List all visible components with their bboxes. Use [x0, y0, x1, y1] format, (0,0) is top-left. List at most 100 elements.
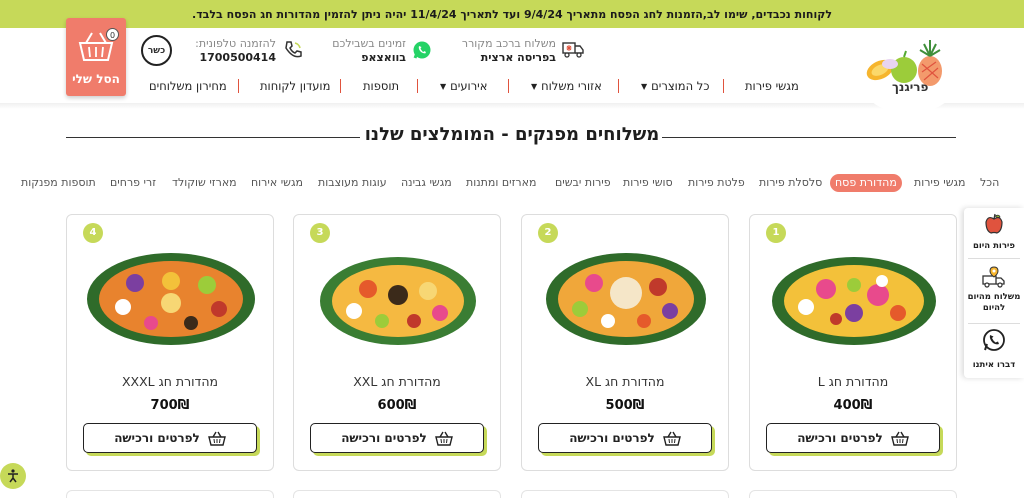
nav-item-events[interactable]: אירועים ▼: [440, 79, 487, 93]
announcement-text: לקוחות נכבדים, שימו לב,הזמנות לחג הפסח מ…: [192, 7, 832, 21]
product-card[interactable]: 1 מהדורת חג L 400₪ לפרטים ורכישה: [749, 214, 957, 471]
details-purchase-button[interactable]: לפרטים ורכישה: [83, 423, 257, 453]
nav-divider: [618, 79, 619, 93]
side-item-fruit-of-day[interactable]: פירות היום: [964, 212, 1024, 251]
delivery-value: בפריסה ארצית: [480, 51, 556, 64]
phone-icon: [285, 41, 302, 58]
side-item-contact-us[interactable]: דברו איתנו: [964, 328, 1024, 370]
delivery-info: משלוח ברכב מקורר בפריסה ארצית: [456, 37, 556, 64]
nav-item-fruit-trays[interactable]: מגשי פירות: [745, 79, 799, 93]
nav-item-extras[interactable]: תוספות: [363, 79, 399, 93]
phone-number[interactable]: 1700500414: [194, 51, 276, 64]
filter-dried-fruit[interactable]: פירות יבשים: [555, 174, 611, 192]
nav-label: מגשי פירות: [745, 79, 799, 93]
product-name: מהדורת חג XL: [585, 374, 665, 389]
nav-label: תוספות: [363, 79, 400, 93]
next-row-card: [293, 490, 501, 498]
cart-button[interactable]: 0 הסל שלי: [66, 18, 126, 96]
site-logo[interactable]: [858, 36, 960, 114]
nav-label: אזורי משלוח: [541, 79, 602, 93]
filter-fruit-trays[interactable]: מגשי פירות: [914, 174, 966, 192]
side-divider: [968, 258, 1020, 259]
product-rank-badge: 3: [310, 223, 330, 243]
whatsapp-icon: [413, 41, 431, 59]
details-purchase-button[interactable]: לפרטים ורכישה: [310, 423, 484, 453]
phone-order-info[interactable]: להזמנה טלפונית: 1700500414: [194, 37, 276, 64]
nav-label: כל המוצרים: [651, 79, 710, 93]
product-card[interactable]: 2 מהדורת חג XL 500₪ לפרטים ורכישה: [521, 214, 729, 471]
next-row-card: [521, 490, 729, 498]
button-label: לפרטים ורכישה: [797, 431, 883, 445]
accessibility-icon: [8, 469, 18, 483]
product-price: 400₪: [833, 398, 873, 413]
nav-divider: [508, 79, 509, 93]
next-row-card: [749, 490, 957, 498]
filter-designed-cakes[interactable]: עוגות מעוצבות: [318, 174, 387, 192]
nav-item-delivery-prices[interactable]: מחירון משלוחים: [149, 79, 227, 93]
nav-divider: [417, 79, 418, 93]
filter-chocolate-packages[interactable]: מארזי שוקולד: [172, 174, 237, 192]
product-name: מהדורת חג XXL: [353, 374, 441, 389]
announcement-bar: לקוחות נכבדים, שימו לב,הזמנות לחג הפסח מ…: [0, 0, 1024, 28]
whatsapp-icon: [983, 329, 1005, 351]
floating-side-panel: פירות היום משלוח מהיום להיום דברו איתנו: [964, 208, 1024, 378]
button-label: לפרטים ורכישה: [569, 431, 655, 445]
kosher-badge: כשר: [141, 35, 172, 66]
nav-item-delivery-areas[interactable]: אזורי משלוח ▼: [531, 79, 602, 93]
whatsapp-info[interactable]: זמינים בשבילכם בוואצאפ: [328, 37, 406, 64]
fruit-platter-image: [772, 257, 936, 345]
filter-hosting-trays[interactable]: מגשי אירוח: [251, 174, 303, 192]
nav-divider: [340, 79, 341, 93]
refrigerated-truck-icon: [562, 42, 584, 58]
chevron-down-icon: ▼: [531, 81, 538, 91]
fruit-platter-image: [320, 257, 476, 345]
whatsapp-label: זמינים בשבילכם: [332, 37, 406, 50]
fruit-platter-image: [87, 253, 255, 345]
basket-icon: [890, 431, 909, 446]
delivery-label: משלוח ברכב מקורר: [461, 37, 556, 50]
filter-packages-gifts[interactable]: מארזים ומתנות: [466, 174, 536, 192]
nav-item-customer-club[interactable]: מועדון לקוחות: [260, 79, 330, 93]
side-item-label: פירות היום: [972, 241, 1016, 251]
nav-item-all-products[interactable]: כל המוצרים ▼: [641, 79, 709, 93]
filter-pampering-extras[interactable]: תוספות מפנקות: [21, 174, 96, 192]
side-item-same-day-delivery[interactable]: משלוח מהיום להיום: [964, 264, 1024, 314]
details-purchase-button[interactable]: לפרטים ורכישה: [766, 423, 940, 453]
basket-icon: [207, 431, 226, 446]
nav-label: אירועים: [450, 79, 488, 93]
details-purchase-button[interactable]: לפרטים ורכישה: [538, 423, 712, 453]
filter-all[interactable]: הכל: [980, 174, 999, 192]
kosher-label: כשר: [147, 45, 166, 56]
filter-fruit-platter[interactable]: פלטת פירות: [688, 174, 745, 192]
nav-divider: [723, 79, 724, 93]
filter-cheese-trays[interactable]: מגשי גבינה: [401, 174, 452, 192]
header-divider: [0, 103, 1024, 109]
chevron-down-icon: ▼: [641, 81, 648, 91]
product-card[interactable]: 4 מהדורת חג XXXL 700₪ לפרטים ורכישה: [66, 214, 274, 471]
filter-passover-edition[interactable]: מהדורת פסח: [830, 174, 902, 192]
cart-count-badge: 0: [106, 28, 119, 41]
product-price: 500₪: [605, 398, 645, 413]
product-card[interactable]: 3 מהדורת חג XXL 600₪ לפרטים ורכישה: [293, 214, 501, 471]
side-divider: [968, 323, 1020, 324]
nav-label: מחירון משלוחים: [149, 79, 227, 93]
filter-fruit-basket[interactable]: סלסלת פירות: [759, 174, 822, 192]
whatsapp-value: בוואצאפ: [361, 51, 406, 64]
chevron-down-icon: ▼: [440, 81, 447, 91]
fruit-platter-image: [546, 253, 706, 345]
filter-flower-bouquets[interactable]: זרי פרחים: [110, 174, 156, 192]
apple-icon: [985, 213, 1003, 234]
basket-icon: [662, 431, 681, 446]
side-item-label: דברו איתנו: [972, 360, 1016, 370]
product-name: מהדורת חג XXXL: [121, 374, 219, 389]
product-name: מהדורת חג L: [817, 374, 889, 389]
next-row-card: [66, 490, 274, 498]
product-price: 600₪: [377, 398, 417, 413]
filter-fruit-sushi[interactable]: סושי פירות: [623, 174, 673, 192]
side-item-label: משלוח מהיום להיום: [967, 292, 1021, 313]
basket-icon: [434, 431, 453, 446]
product-rank-badge: 2: [538, 223, 558, 243]
logo-text: פריגנך: [892, 80, 929, 94]
button-label: לפרטים ורכישה: [114, 431, 200, 445]
accessibility-button[interactable]: [0, 463, 26, 489]
